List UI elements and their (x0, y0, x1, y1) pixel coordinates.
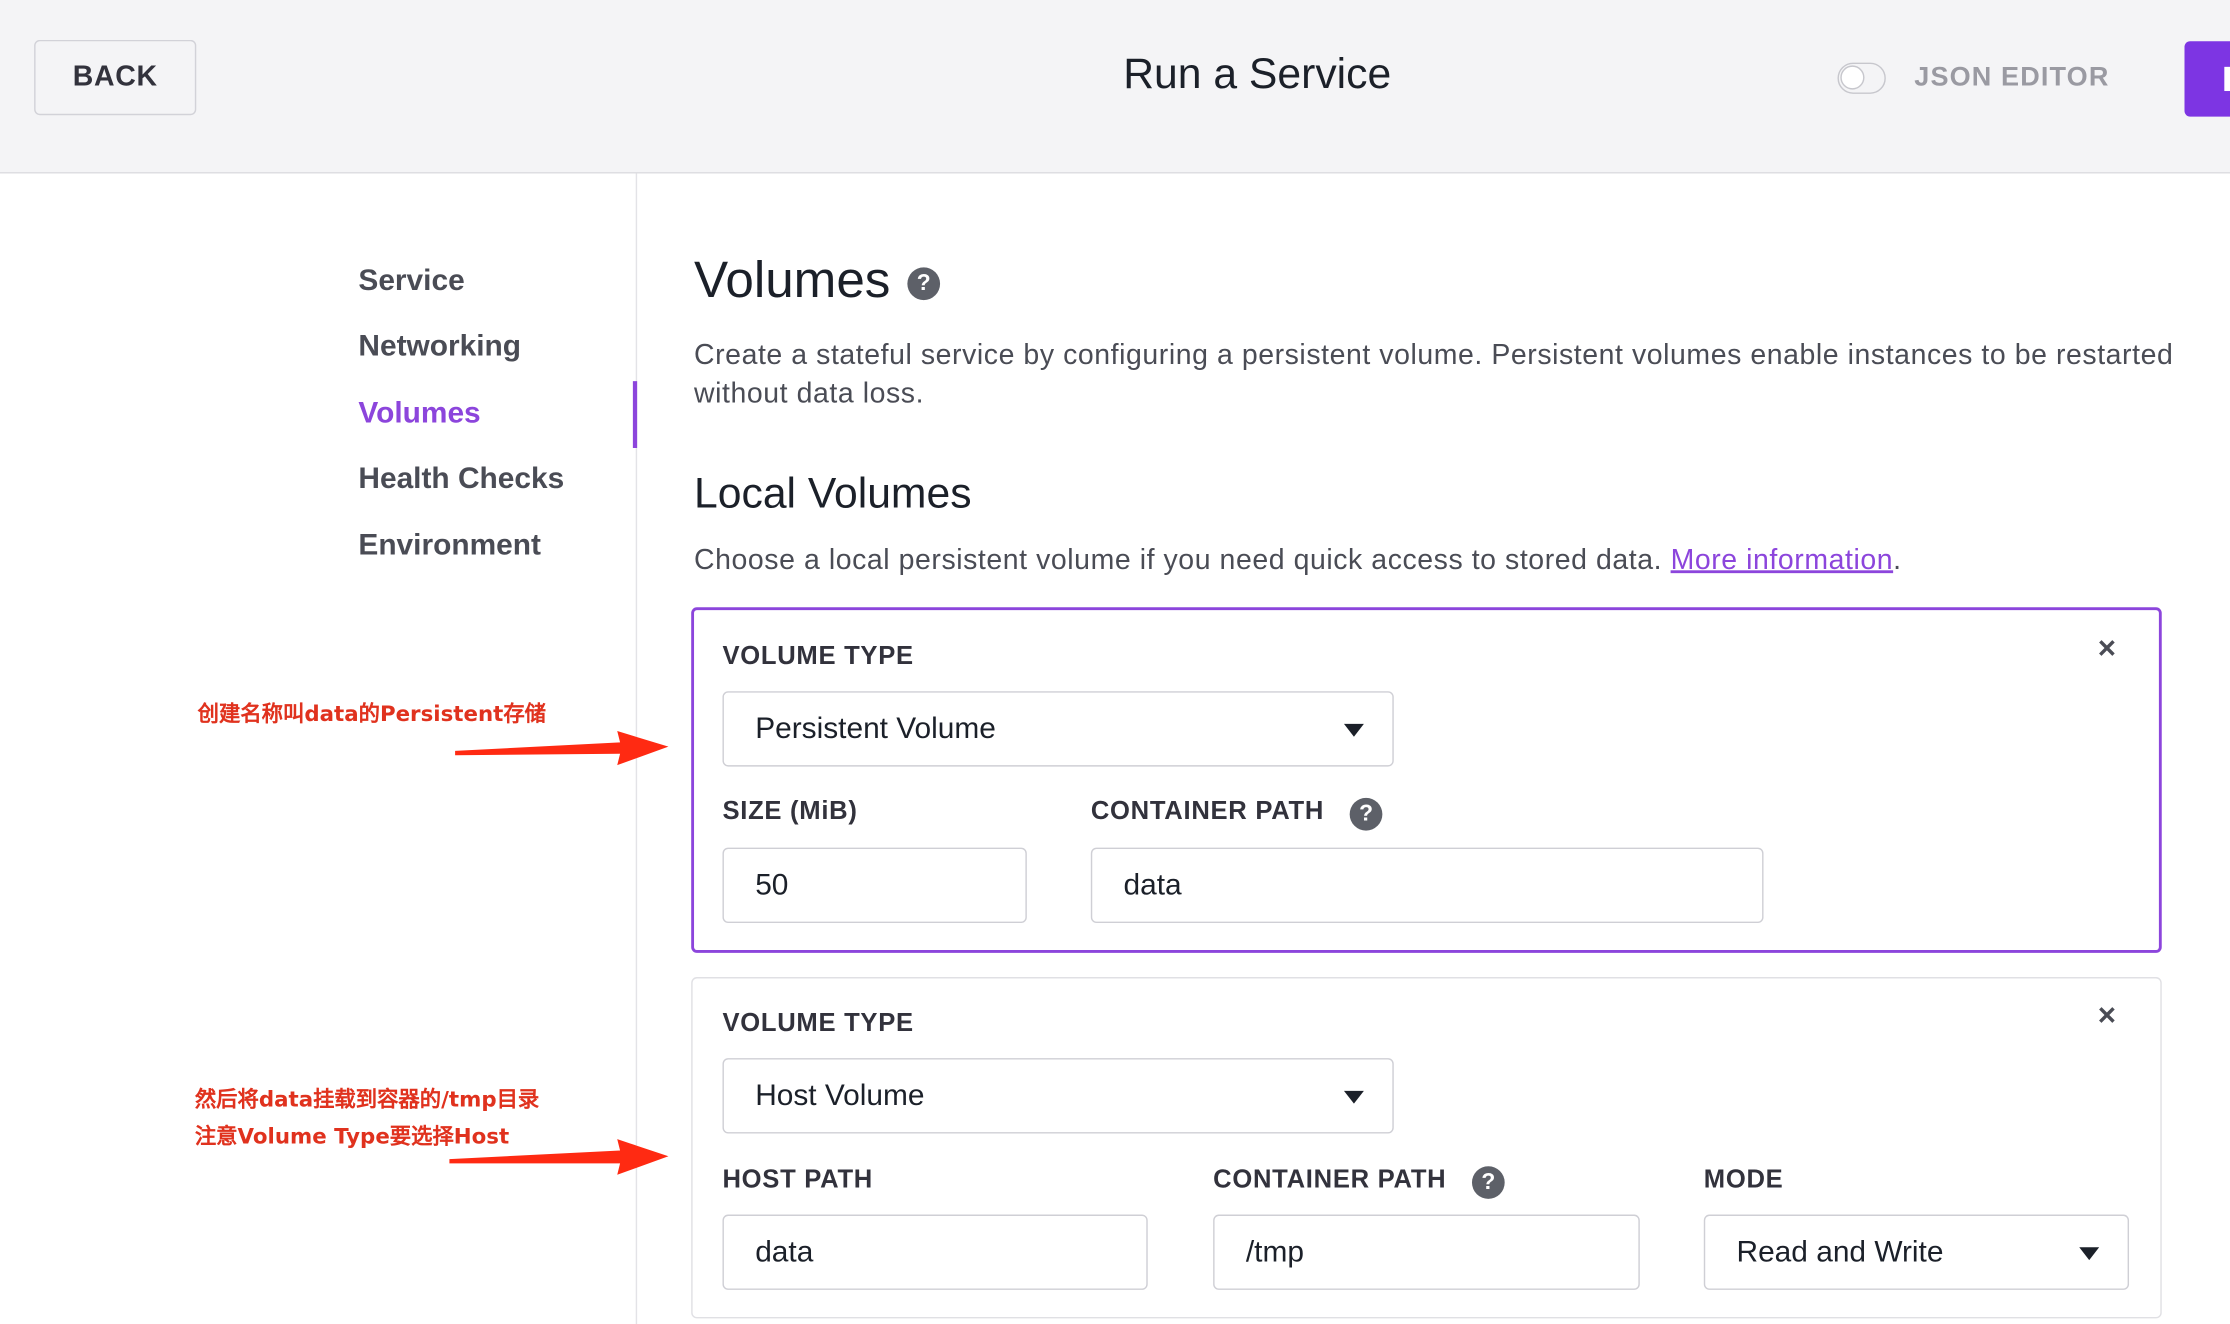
mode-select[interactable]: Read and Write (1703, 1214, 2130, 1290)
top-header: BACK Run a Service JSON EDITOR (0, 0, 2230, 174)
page-title: Run a Service (1123, 51, 1392, 99)
volume-type-value: Persistent Volume (755, 711, 996, 745)
annotation-arrow-icon (455, 731, 669, 766)
toggle-knob (1840, 65, 1865, 90)
local-volumes-title: Local Volumes (694, 470, 972, 518)
mode-value: Read and Write (1736, 1235, 1944, 1268)
sidebar-item-volumes[interactable]: Volumes (358, 397, 480, 431)
volume-type-label: VOLUME TYPE (722, 641, 914, 670)
help-icon[interactable]: ? (1349, 797, 1383, 831)
annotation-arrow-icon (449, 1139, 669, 1175)
host-path-label: HOST PATH (722, 1164, 874, 1194)
json-editor-toggle[interactable] (1837, 62, 1886, 94)
section-description: Create a stateful service by configuring… (694, 339, 2174, 410)
more-information-link[interactable]: More information (1671, 545, 1894, 576)
chevron-down-icon (1343, 723, 1364, 737)
volume-type-select[interactable]: Host Volume (722, 1058, 1394, 1134)
container-path-label: CONTAINER PATH (1090, 796, 1325, 825)
link-suffix: . (1893, 544, 1902, 576)
sidebar-active-indicator (632, 381, 638, 448)
help-icon[interactable]: ? (1471, 1166, 1505, 1199)
host-path-value: data (755, 1235, 814, 1268)
sidebar-item-service[interactable]: Service (358, 265, 464, 299)
json-editor-label[interactable]: JSON EDITOR (1914, 63, 2109, 94)
chevron-down-icon (2079, 1247, 2100, 1261)
sidebar-item-environment[interactable]: Environment (358, 529, 541, 563)
sidebar-item-health-checks[interactable]: Health Checks (358, 462, 564, 496)
volume-card-persistent[interactable]: × VOLUME TYPE Persistent Volume SIZE (Mi… (691, 607, 2162, 953)
annotation-note-2-line-1: 然后将data挂载到容器的/tmp目录 (194, 1086, 540, 1113)
sidebar-item-networking[interactable]: Networking (358, 330, 521, 364)
review-run-button[interactable] (2184, 41, 2230, 117)
button-label-fragment (2224, 66, 2230, 92)
local-volumes-text: Choose a local persistent volume if you … (694, 544, 1663, 576)
container-path-value: data (1123, 868, 1182, 901)
volume-card-host[interactable]: × VOLUME TYPE Host Volume HOST PATH data… (691, 977, 2162, 1319)
container-path-input[interactable]: data (1090, 847, 1764, 924)
size-label: SIZE (MiB) (722, 796, 858, 825)
container-path-value: /tmp (1245, 1235, 1304, 1268)
local-volumes-description: Choose a local persistent volume if you … (694, 545, 1902, 578)
chevron-down-icon (1343, 1090, 1364, 1104)
volume-type-label: VOLUME TYPE (722, 1008, 914, 1037)
container-path-input[interactable]: /tmp (1213, 1214, 1640, 1290)
size-value: 50 (755, 868, 789, 901)
annotation-note-1: 创建名称叫data的Persistent存储 (197, 701, 547, 727)
section-title: Volumes (694, 250, 891, 309)
help-icon[interactable]: ? (907, 267, 941, 301)
mode-label: MODE (1703, 1164, 1784, 1194)
volume-type-select[interactable]: Persistent Volume (722, 691, 1394, 767)
size-input[interactable]: 50 (722, 847, 1027, 924)
host-path-input[interactable]: data (722, 1214, 1148, 1290)
close-icon[interactable]: × (2098, 630, 2116, 667)
volume-type-value: Host Volume (755, 1078, 925, 1112)
container-path-label: CONTAINER PATH (1213, 1164, 1447, 1194)
close-icon[interactable]: × (2098, 997, 2116, 1034)
